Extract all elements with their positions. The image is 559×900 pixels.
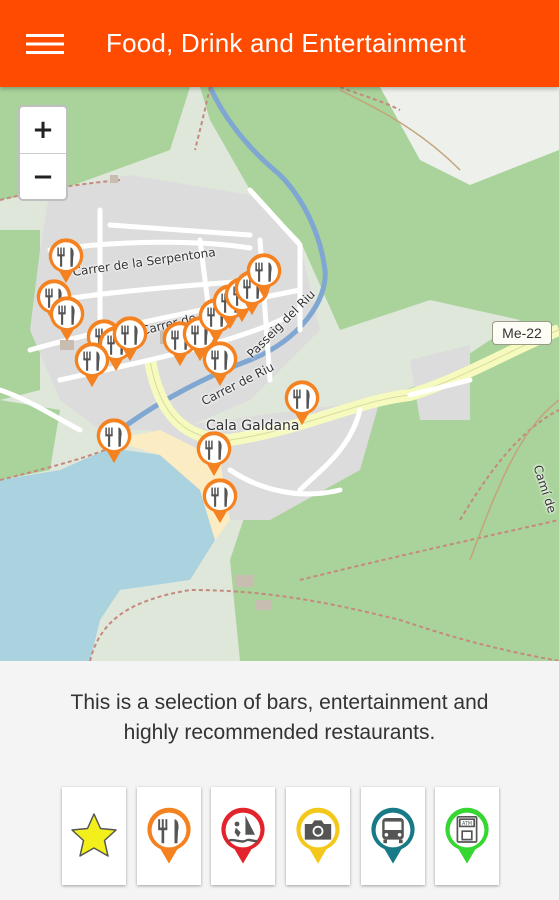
restaurant-marker-icon	[147, 807, 191, 864]
category-favorites-button[interactable]	[62, 787, 126, 885]
restaurant-marker-icon[interactable]	[110, 315, 150, 363]
bus-marker-icon	[371, 807, 415, 864]
app-bar: Food, Drink and Entertainment	[0, 0, 559, 87]
restaurant-marker-icon[interactable]	[47, 295, 87, 343]
camera-marker-icon	[296, 807, 340, 864]
zoom-control: + −	[18, 105, 68, 201]
restaurant-marker-icon[interactable]	[200, 340, 240, 388]
hamburger-menu-icon	[26, 33, 64, 54]
menu-button[interactable]	[0, 0, 90, 87]
map-view[interactable]: Carrer de la Serpentona Carrer de Can Pa…	[0, 87, 559, 661]
restaurant-marker-icon[interactable]	[72, 341, 112, 389]
atm-marker-icon: ATM	[445, 807, 489, 864]
star-icon	[71, 813, 117, 857]
description-line: highly recommended restaurants.	[123, 721, 436, 744]
route-shield: Me-22	[492, 321, 552, 345]
category-water-sports-button[interactable]	[211, 787, 275, 885]
description-line: This is a selection of bars, entertainme…	[70, 691, 489, 714]
category-sightseeing-button[interactable]	[286, 787, 350, 885]
category-atm-button[interactable]: ATM	[435, 787, 499, 885]
restaurant-marker-icon[interactable]	[200, 477, 240, 525]
restaurant-marker-icon[interactable]	[282, 379, 322, 427]
page-title: Food, Drink and Entertainment	[106, 28, 466, 58]
category-bar: ATM	[0, 785, 559, 889]
zoom-out-button[interactable]: −	[20, 153, 66, 199]
windsurf-marker-icon	[221, 807, 265, 864]
zoom-in-button[interactable]: +	[20, 107, 66, 153]
restaurant-marker-icon[interactable]	[244, 252, 284, 300]
restaurant-marker-icon[interactable]	[194, 430, 234, 478]
category-food-button[interactable]	[137, 787, 201, 885]
category-transport-button[interactable]	[361, 787, 425, 885]
restaurant-marker-icon[interactable]	[94, 417, 134, 465]
description-text: This is a selection of bars, entertainme…	[0, 661, 559, 771]
svg-text:ATM: ATM	[462, 821, 472, 827]
